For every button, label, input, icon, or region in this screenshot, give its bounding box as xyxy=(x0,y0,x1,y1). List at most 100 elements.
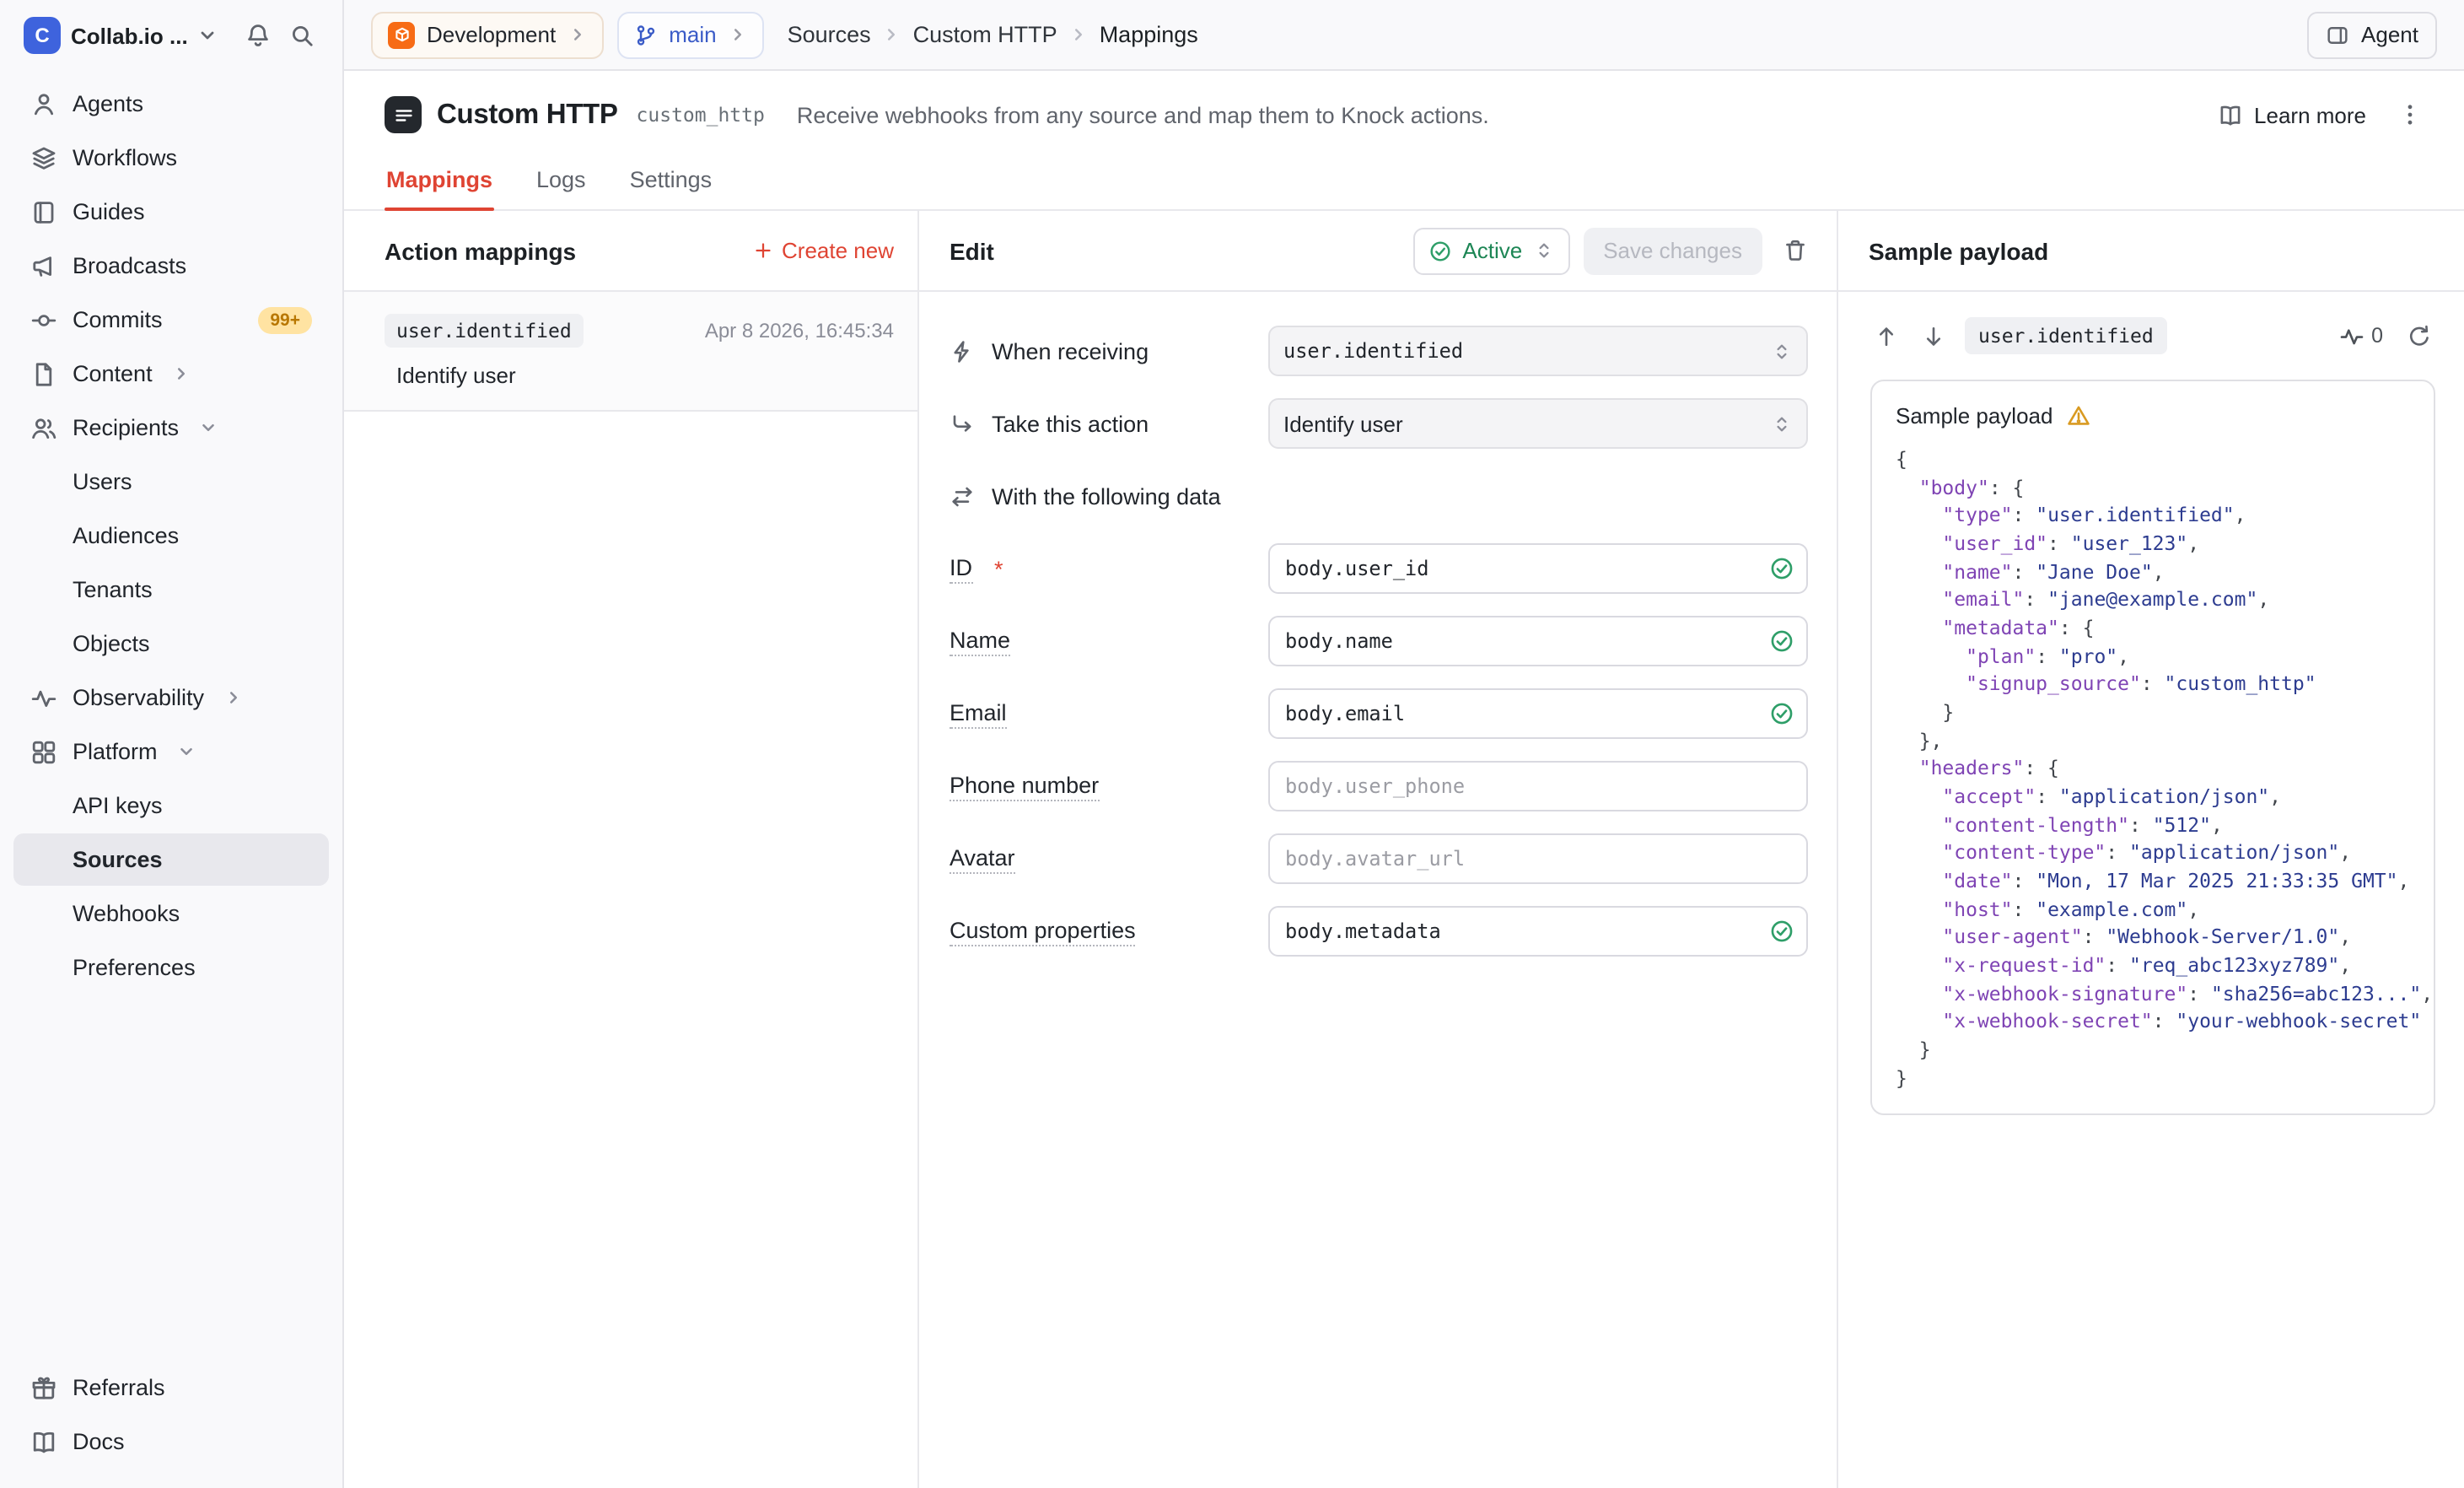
event-count: 0 xyxy=(2371,324,2383,348)
delete-mapping-button[interactable] xyxy=(1783,238,1808,263)
select-chevrons-icon xyxy=(1532,240,1554,261)
notifications-button[interactable] xyxy=(241,19,275,52)
docs-icon xyxy=(30,1428,57,1455)
custom-properties-field[interactable] xyxy=(1268,906,1808,957)
page-description: Receive webhooks from any source and map… xyxy=(797,102,1489,127)
valid-check-icon xyxy=(1769,556,1794,581)
sample-card-title: Sample payload xyxy=(1896,403,2052,429)
tab-mappings[interactable]: Mappings xyxy=(385,154,494,209)
chevron-right-icon xyxy=(224,688,243,707)
status-select[interactable]: Active xyxy=(1413,227,1569,274)
observability-icon xyxy=(30,684,57,711)
phone-field[interactable] xyxy=(1268,761,1808,811)
sidebar-item-recipients[interactable]: Recipients xyxy=(13,402,329,454)
save-changes-button[interactable]: Save changes xyxy=(1583,227,1762,274)
create-new-label: Create new xyxy=(782,238,894,263)
refresh-icon xyxy=(2407,323,2432,348)
sample-payload-card: Sample payload { "body": { "type": "user… xyxy=(1870,380,2435,1116)
chevron-right-icon xyxy=(173,364,191,383)
sidebar-item-audiences[interactable]: Audiences xyxy=(13,509,329,562)
sidebar-item-sources[interactable]: Sources xyxy=(13,833,329,886)
action-mappings-panel: Action mappings Create new user.identifi… xyxy=(344,211,919,1488)
chevron-right-icon xyxy=(1069,25,1088,44)
sidebar-item-label: Docs xyxy=(73,1429,125,1454)
commits-icon xyxy=(30,306,57,333)
topbar: Development main Sources Custom HTTP Map… xyxy=(344,0,2464,71)
learn-more-button[interactable]: Learn more xyxy=(2217,102,2366,127)
git-branch-icon xyxy=(633,23,657,46)
previous-payload-button[interactable] xyxy=(1870,320,1902,352)
workspace-switcher[interactable]: C Collab.io ... xyxy=(0,0,342,71)
sidebar-item-objects[interactable]: Objects xyxy=(13,617,329,670)
sidebar-item-users[interactable]: Users xyxy=(13,456,329,508)
search-button[interactable] xyxy=(285,19,319,52)
name-field[interactable] xyxy=(1268,616,1808,666)
more-options-button[interactable] xyxy=(2397,101,2424,128)
sidebar-item-label: Webhooks xyxy=(73,901,180,926)
next-payload-button[interactable] xyxy=(1918,320,1950,352)
selected-event-chip: user.identified xyxy=(1965,317,2167,354)
sidebar-item-label: Objects xyxy=(73,631,150,656)
sidebar-item-label: Content xyxy=(73,361,153,386)
page-header: Custom HTTP custom_http Receive webhooks… xyxy=(344,71,2464,133)
sidebar-item-tenants[interactable]: Tenants xyxy=(13,563,329,616)
mapping-list-item[interactable]: user.identified Apr 8 2026, 16:45:34 Ide… xyxy=(344,292,917,412)
breadcrumb-source-name[interactable]: Custom HTTP xyxy=(913,22,1057,47)
trash-icon xyxy=(1783,238,1808,263)
when-receiving-row: When receiving user.identified xyxy=(950,326,1808,376)
chevron-down-icon xyxy=(198,25,218,46)
when-receiving-label: When receiving xyxy=(992,338,1149,364)
panel-right-icon xyxy=(2326,23,2349,46)
sidebar-item-platform[interactable]: Platform xyxy=(13,725,329,778)
sidebar-item-content[interactable]: Content xyxy=(13,348,329,400)
mapping-form: When receiving user.identified Ta xyxy=(919,292,1837,979)
tab-bar: Mappings Logs Settings xyxy=(344,154,2464,211)
sidebar-item-label: Tenants xyxy=(73,577,153,602)
sidebar-item-docs[interactable]: Docs xyxy=(13,1415,329,1468)
environment-switcher[interactable]: Development xyxy=(371,11,603,58)
breadcrumb-sources[interactable]: Sources xyxy=(788,22,871,47)
sidebar-item-guides[interactable]: Guides xyxy=(13,186,329,238)
sidebar-item-commits[interactable]: Commits 99+ xyxy=(13,294,329,346)
chevron-down-icon xyxy=(199,418,218,437)
id-field-label: ID xyxy=(950,554,972,583)
id-field[interactable] xyxy=(1268,543,1808,594)
avatar-field[interactable] xyxy=(1268,833,1808,884)
check-circle-icon xyxy=(1428,239,1452,262)
field-row-name: Name xyxy=(950,616,1808,666)
select-chevrons-icon xyxy=(1771,340,1793,362)
status-value: Active xyxy=(1462,238,1522,263)
sidebar-item-api-keys[interactable]: API keys xyxy=(13,779,329,832)
branch-switcher[interactable]: main xyxy=(616,11,763,58)
tab-logs[interactable]: Logs xyxy=(535,154,588,209)
sidebar-item-agents[interactable]: Agents xyxy=(13,78,329,130)
agent-button[interactable]: Agent xyxy=(2307,11,2437,58)
email-field-label: Email xyxy=(950,699,1007,728)
sidebar-item-webhooks[interactable]: Webhooks xyxy=(13,887,329,940)
sidebar-item-broadcasts[interactable]: Broadcasts xyxy=(13,240,329,292)
sidebar-item-preferences[interactable]: Preferences xyxy=(13,941,329,994)
field-row-phone: Phone number xyxy=(950,761,1808,811)
sidebar-item-referrals[interactable]: Referrals xyxy=(13,1361,329,1414)
sidebar-item-label: Platform xyxy=(73,739,158,764)
search-icon xyxy=(288,22,315,49)
sidebar-item-label: API keys xyxy=(73,793,163,818)
sidebar-bottom-nav: Referrals Docs xyxy=(0,1355,342,1475)
mapping-action-name: Identify user xyxy=(385,363,894,388)
email-field[interactable] xyxy=(1268,688,1808,739)
sample-json: { "body": { "type": "user.identified", "… xyxy=(1896,445,2410,1092)
action-select[interactable]: Identify user xyxy=(1268,398,1808,449)
sidebar-item-label: Commits xyxy=(73,307,163,332)
create-new-button[interactable]: Create new xyxy=(751,238,894,263)
action-mappings-title: Action mappings xyxy=(385,237,576,264)
sidebar-item-workflows[interactable]: Workflows xyxy=(13,132,329,184)
tab-settings[interactable]: Settings xyxy=(628,154,714,209)
commits-count-badge: 99+ xyxy=(258,306,312,333)
kebab-menu-icon xyxy=(2397,101,2424,128)
event-select-value: user.identified xyxy=(1283,339,1757,363)
sidebar-item-observability[interactable]: Observability xyxy=(13,671,329,724)
sidebar-item-label: Workflows xyxy=(73,145,177,170)
refresh-button[interactable] xyxy=(2403,320,2435,352)
sidebar-item-label: Users xyxy=(73,469,132,494)
event-select[interactable]: user.identified xyxy=(1268,326,1808,376)
